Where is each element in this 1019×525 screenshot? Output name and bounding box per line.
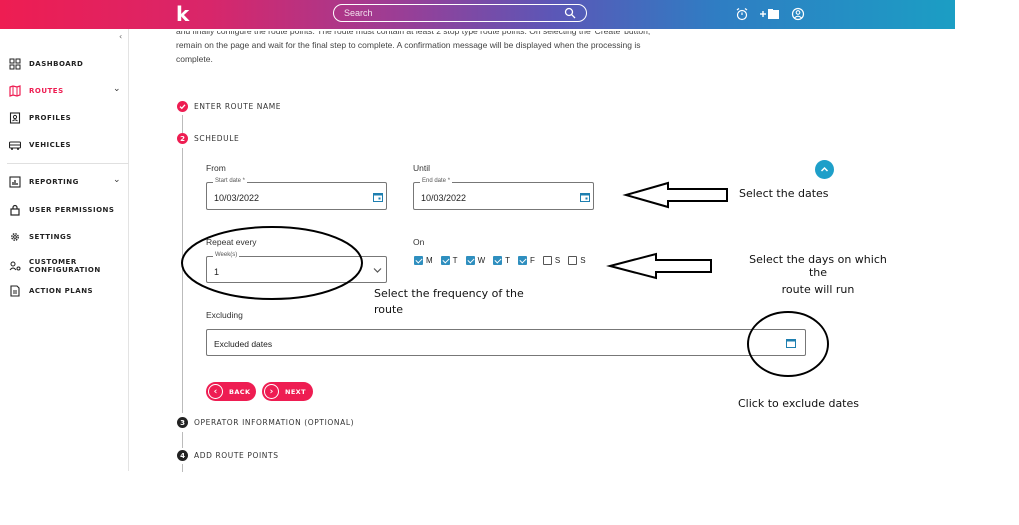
- annotation-exclude-dates: Click to exclude dates: [738, 397, 859, 410]
- annotation-select-dates: Select the dates: [739, 187, 829, 200]
- days-arrow: [606, 252, 712, 280]
- annotation-line: Select the frequency of the: [374, 287, 524, 300]
- annotation-line: route will run: [781, 283, 855, 296]
- exclude-highlight-ellipse: [747, 311, 829, 377]
- annotation-line: route: [374, 303, 404, 316]
- dates-arrow: [622, 181, 728, 209]
- annotation-select-frequency: Select the frequency of the route: [374, 287, 524, 316]
- annotation-select-days: Select the days on which the route will …: [740, 253, 896, 296]
- annotation-line: Select the days on which the: [749, 253, 887, 279]
- frequency-highlight-ellipse: [181, 226, 363, 300]
